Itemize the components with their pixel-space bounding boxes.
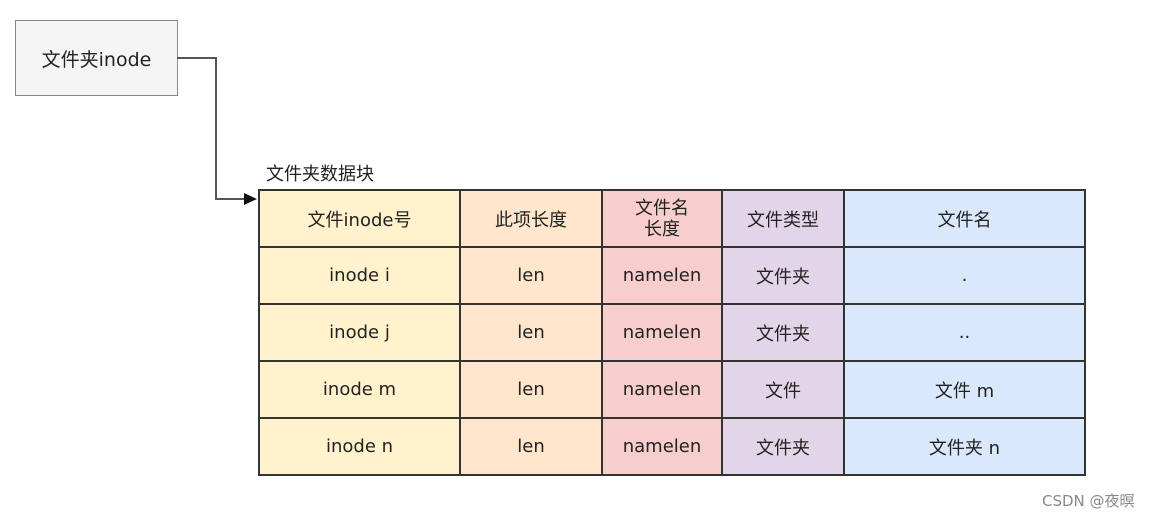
- header-file-name: 文件名: [843, 189, 1086, 248]
- cell-inode: inode m: [258, 360, 461, 419]
- cell-inode: inode n: [258, 417, 461, 476]
- cell-name: .: [843, 246, 1086, 305]
- cell-namelen: namelen: [601, 246, 723, 305]
- cell-inode: inode j: [258, 303, 461, 362]
- cell-type: 文件夹: [721, 246, 845, 305]
- cell-name: 文件 m: [843, 360, 1086, 419]
- watermark: CSDN @夜暝: [1042, 492, 1135, 510]
- folder-data-block-table: 文件inode号 此项长度 文件名 长度 文件类型 文件名 inode i len…: [258, 189, 1086, 476]
- table-row: inode i len namelen 文件夹 .: [258, 246, 1086, 305]
- header-name-length: 文件名 长度: [601, 189, 723, 248]
- cell-inode: inode i: [258, 246, 461, 305]
- cell-namelen: namelen: [601, 417, 723, 476]
- table-row: inode j len namelen 文件夹 ..: [258, 303, 1086, 362]
- cell-len: len: [459, 417, 603, 476]
- cell-type: 文件夹: [721, 417, 845, 476]
- header-name-length-line1: 文件名: [635, 197, 689, 219]
- cell-len: len: [459, 360, 603, 419]
- cell-type: 文件: [721, 360, 845, 419]
- cell-namelen: namelen: [601, 360, 723, 419]
- header-file-type: 文件类型: [721, 189, 845, 248]
- cell-len: len: [459, 303, 603, 362]
- table-header-row: 文件inode号 此项长度 文件名 长度 文件类型 文件名: [258, 189, 1086, 248]
- header-entry-length: 此项长度: [459, 189, 603, 248]
- header-name-length-line2: 长度: [644, 218, 680, 240]
- cell-name: ..: [843, 303, 1086, 362]
- table-caption: 文件夹数据块: [266, 164, 374, 185]
- table-row: inode n len namelen 文件夹 文件夹 n: [258, 417, 1086, 476]
- arrow-head-icon: [244, 193, 257, 205]
- header-inode-number: 文件inode号: [258, 189, 461, 248]
- cell-name: 文件夹 n: [843, 417, 1086, 476]
- cell-type: 文件夹: [721, 303, 845, 362]
- table-row: inode m len namelen 文件 文件 m: [258, 360, 1086, 419]
- cell-namelen: namelen: [601, 303, 723, 362]
- cell-len: len: [459, 246, 603, 305]
